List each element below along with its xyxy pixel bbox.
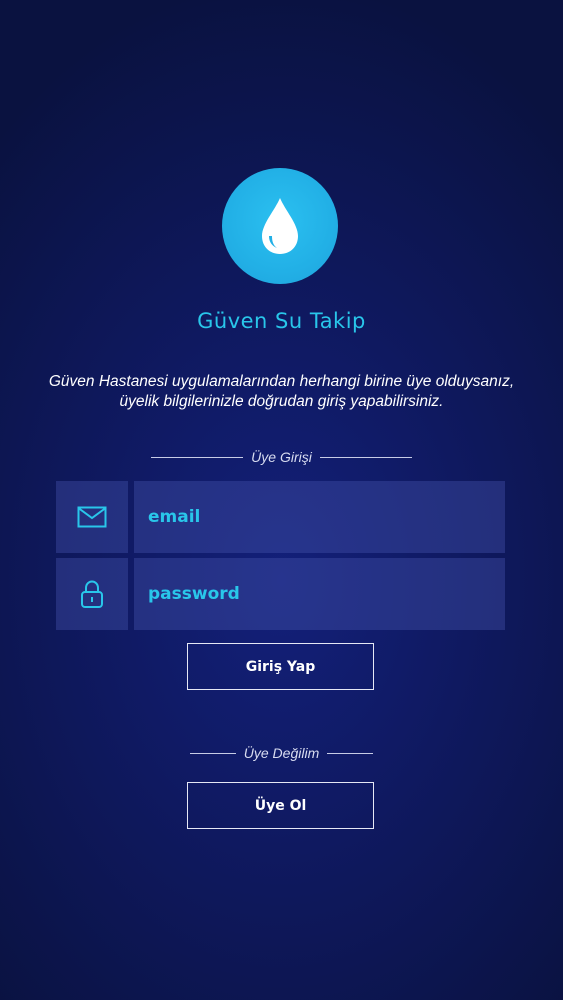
email-field[interactable]: email (134, 481, 505, 553)
divider-line (319, 456, 412, 458)
signup-section-label: Üye Değilim (243, 745, 320, 761)
signup-section-divider: Üye Değilim (0, 745, 563, 761)
divider-line (151, 456, 244, 458)
login-section-label: Üye Girişi (251, 449, 312, 465)
email-icon-box (56, 481, 128, 553)
water-drop-icon (262, 198, 298, 254)
password-icon-box (56, 558, 128, 630)
intro-text: Güven Hastanesi uygulamalarından herhang… (48, 373, 515, 410)
password-placeholder: password (148, 584, 240, 604)
divider-line (327, 752, 374, 754)
login-section-divider: Üye Girişi (0, 449, 563, 465)
password-field[interactable]: password (134, 558, 505, 630)
app-title: Güven Su Takip (197, 309, 366, 333)
email-placeholder: email (148, 507, 201, 527)
signup-button[interactable]: Üye Ol (187, 782, 374, 829)
divider-line (189, 752, 236, 754)
app-logo (222, 168, 338, 284)
lock-icon (81, 580, 103, 608)
mail-icon (77, 506, 107, 528)
login-button[interactable]: Giriş Yap (187, 643, 374, 690)
